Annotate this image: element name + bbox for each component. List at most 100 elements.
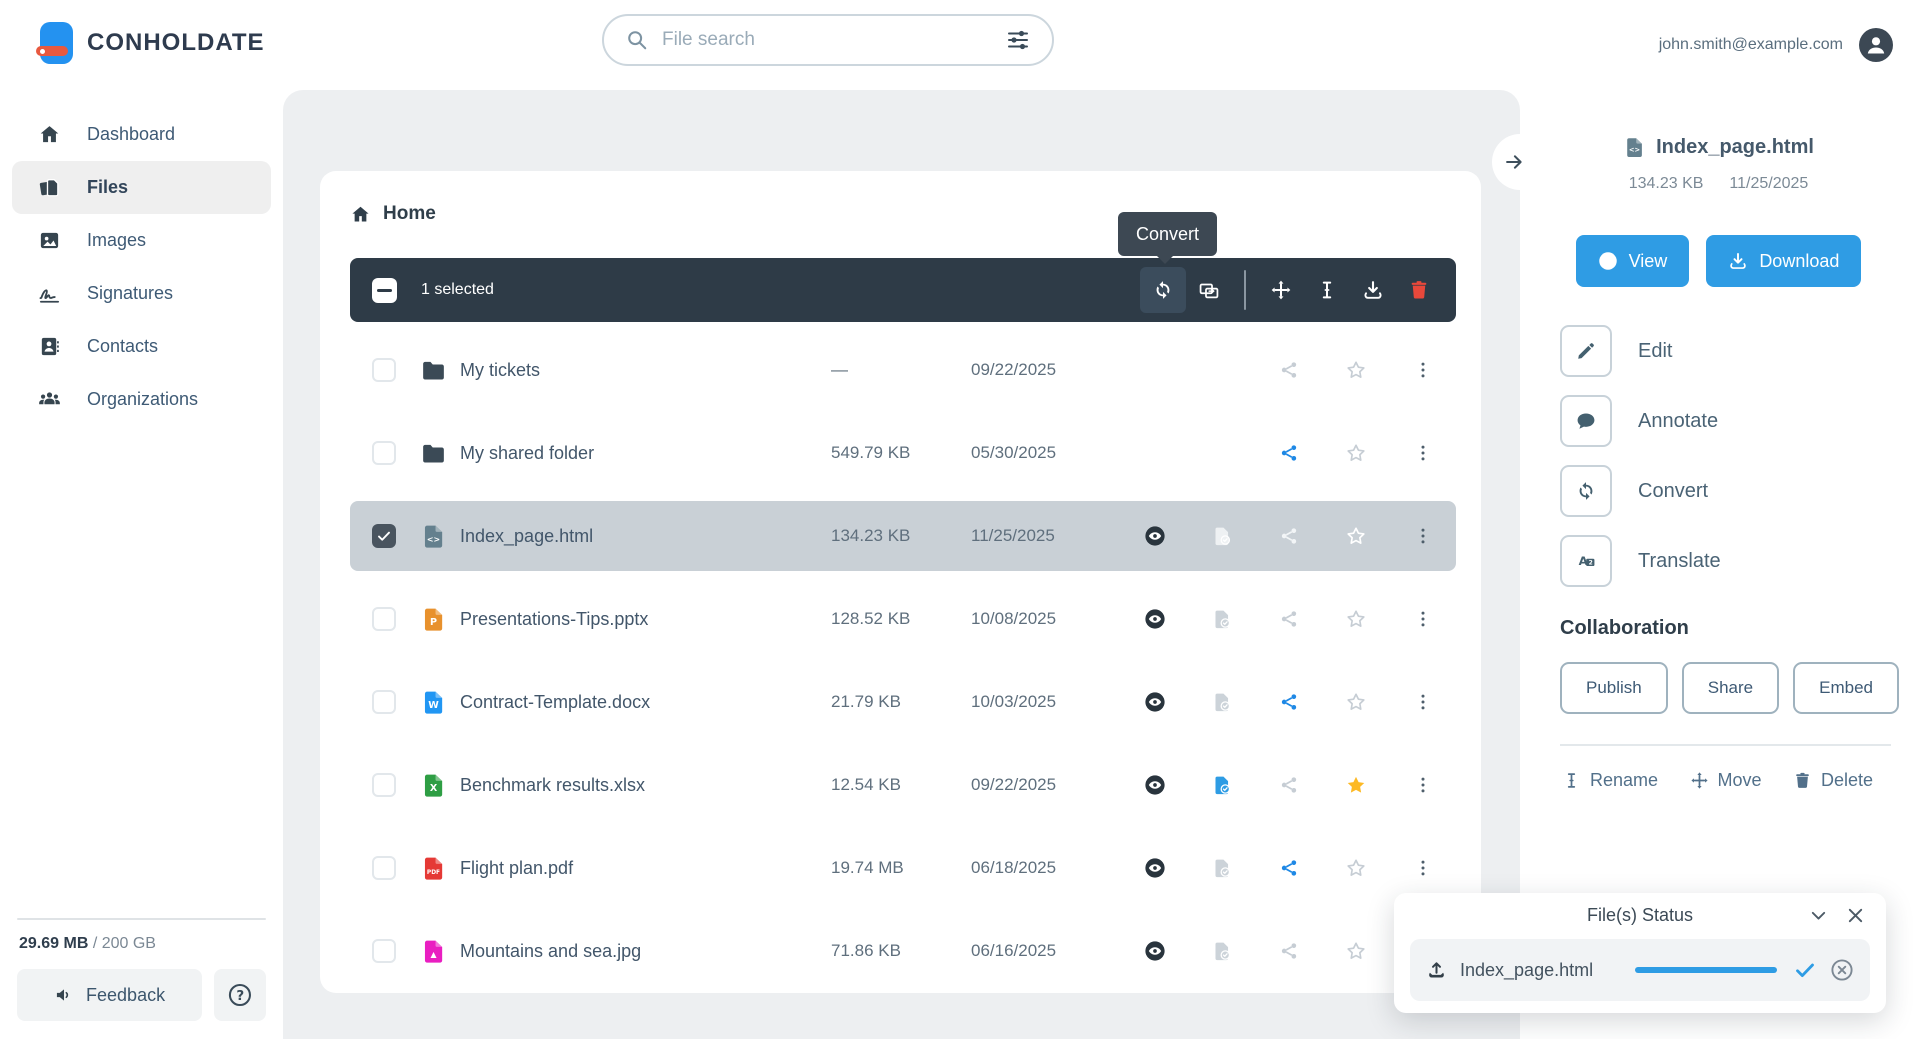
- cancel-icon[interactable]: [1830, 958, 1854, 982]
- convert-button[interactable]: [1140, 267, 1186, 313]
- file-row[interactable]: X Benchmark results.xlsx 12.54 KB 09/22/202…: [350, 750, 1456, 820]
- copy-action[interactable]: [1188, 774, 1255, 796]
- file-row[interactable]: My tickets — 09/22/2025: [350, 335, 1456, 405]
- row-checkbox[interactable]: [372, 358, 396, 382]
- row-menu[interactable]: [1389, 360, 1456, 380]
- file-name: Mountains and sea.jpg: [460, 940, 642, 961]
- merge-button[interactable]: [1186, 267, 1232, 313]
- rename-button[interactable]: [1304, 267, 1350, 313]
- share-action[interactable]: [1255, 360, 1322, 380]
- copy-action[interactable]: [1188, 525, 1255, 547]
- sidebar-item-signatures[interactable]: Signatures: [12, 267, 271, 320]
- preview-action[interactable]: [1121, 940, 1188, 962]
- rename-button[interactable]: Rename: [1562, 770, 1658, 791]
- row-menu[interactable]: [1389, 609, 1456, 629]
- file-row[interactable]: ▲ Mountains and sea.jpg 71.86 KB 06/16/2025: [350, 916, 1456, 986]
- breadcrumb[interactable]: Home: [350, 203, 436, 225]
- file-row[interactable]: PDF Flight plan.pdf 19.74 MB 06/18/2025: [350, 833, 1456, 903]
- search-filter-icon[interactable]: [1006, 28, 1030, 52]
- share-action[interactable]: [1255, 858, 1322, 878]
- view-button[interactable]: View: [1575, 235, 1690, 287]
- favorite-action[interactable]: [1322, 940, 1389, 962]
- copy-action[interactable]: [1188, 940, 1255, 962]
- preview-action[interactable]: [1121, 608, 1188, 630]
- file-row[interactable]: P Presentations-Tips.pptx 128.52 KB 10/08/2…: [350, 584, 1456, 654]
- copy-action[interactable]: [1188, 857, 1255, 879]
- row-checkbox-checked[interactable]: [372, 524, 396, 548]
- edit-action[interactable]: Edit: [1560, 325, 1917, 377]
- download-file-button[interactable]: Download: [1706, 235, 1862, 287]
- favorite-action[interactable]: [1322, 691, 1389, 713]
- file-row[interactable]: My shared folder 549.79 KB 05/30/2025: [350, 418, 1456, 488]
- share-action[interactable]: [1255, 609, 1322, 629]
- user-avatar-icon[interactable]: [1859, 28, 1893, 62]
- sidebar-item-dashboard[interactable]: Dashboard: [12, 108, 271, 161]
- file-type-icon: P: [420, 606, 447, 633]
- convert-action[interactable]: Convert: [1560, 465, 1917, 517]
- publish-button[interactable]: Publish: [1560, 662, 1668, 714]
- share-action[interactable]: [1255, 443, 1322, 463]
- sidebar-item-images[interactable]: Images: [12, 214, 271, 267]
- move-button[interactable]: [1258, 267, 1304, 313]
- share-action[interactable]: [1255, 526, 1322, 546]
- row-menu[interactable]: [1389, 858, 1456, 878]
- favorite-action[interactable]: [1322, 608, 1389, 630]
- row-menu[interactable]: [1389, 775, 1456, 795]
- file-row[interactable]: <> Index_page.html 134.23 KB 11/25/2025: [350, 501, 1456, 571]
- row-checkbox[interactable]: [372, 773, 396, 797]
- delete-button[interactable]: Delete: [1793, 770, 1873, 791]
- embed-button[interactable]: Embed: [1793, 662, 1900, 714]
- delete-button[interactable]: [1396, 267, 1442, 313]
- file-date: 06/18/2025: [971, 858, 1057, 877]
- move-icon: [1270, 279, 1292, 301]
- search-input[interactable]: [662, 29, 1006, 51]
- copy-action[interactable]: [1188, 608, 1255, 630]
- share-action[interactable]: [1255, 692, 1322, 712]
- row-checkbox[interactable]: [372, 690, 396, 714]
- star-icon: [1345, 857, 1367, 879]
- download-button[interactable]: [1350, 267, 1396, 313]
- favorite-action[interactable]: [1322, 359, 1389, 381]
- help-button[interactable]: ?: [214, 969, 266, 1021]
- row-checkbox[interactable]: [372, 856, 396, 880]
- kebab-icon: [1413, 692, 1433, 712]
- favorite-action[interactable]: [1322, 857, 1389, 879]
- preview-action[interactable]: [1121, 774, 1188, 796]
- row-checkbox[interactable]: [372, 441, 396, 465]
- favorite-action[interactable]: [1322, 442, 1389, 464]
- progress-bar: [1635, 967, 1777, 973]
- share-button[interactable]: Share: [1681, 662, 1780, 714]
- row-checkbox[interactable]: [372, 607, 396, 631]
- favorite-action[interactable]: [1322, 525, 1389, 547]
- move-button[interactable]: Move: [1690, 770, 1762, 791]
- status-item: Index_page.html: [1410, 939, 1870, 1001]
- sidebar-item-organizations[interactable]: Organizations: [12, 373, 271, 426]
- preview-action[interactable]: [1121, 691, 1188, 713]
- eye-icon: [1144, 691, 1166, 713]
- copy-action[interactable]: [1188, 691, 1255, 713]
- translate-action[interactable]: A 2 Translate: [1560, 535, 1917, 587]
- footer-action-label: Delete: [1820, 770, 1873, 790]
- sidebar-item-contacts[interactable]: Contacts: [12, 320, 271, 373]
- chevron-down-icon[interactable]: [1808, 905, 1829, 926]
- preview-action[interactable]: [1121, 857, 1188, 879]
- row-menu[interactable]: [1389, 443, 1456, 463]
- panel-file-name: Index_page.html: [1656, 136, 1814, 158]
- select-all-checkbox[interactable]: [372, 277, 397, 303]
- row-menu[interactable]: [1389, 692, 1456, 712]
- file-size: —: [831, 360, 848, 379]
- share-action[interactable]: [1255, 775, 1322, 795]
- row-checkbox[interactable]: [372, 939, 396, 963]
- file-search-bar[interactable]: [602, 14, 1054, 66]
- file-row[interactable]: W Contract-Template.docx 21.79 KB 10/03/202…: [350, 667, 1456, 737]
- close-icon[interactable]: [1845, 905, 1866, 926]
- share-action[interactable]: [1255, 941, 1322, 961]
- annotate-action[interactable]: Annotate: [1560, 395, 1917, 447]
- feedback-button[interactable]: Feedback: [17, 969, 203, 1021]
- file-check-icon: [1211, 774, 1233, 796]
- preview-action[interactable]: [1121, 525, 1188, 547]
- arrow-right-icon[interactable]: [1502, 151, 1526, 173]
- favorite-action[interactable]: [1322, 774, 1389, 796]
- sidebar-item-files[interactable]: Files: [12, 161, 271, 214]
- row-menu[interactable]: [1389, 526, 1456, 546]
